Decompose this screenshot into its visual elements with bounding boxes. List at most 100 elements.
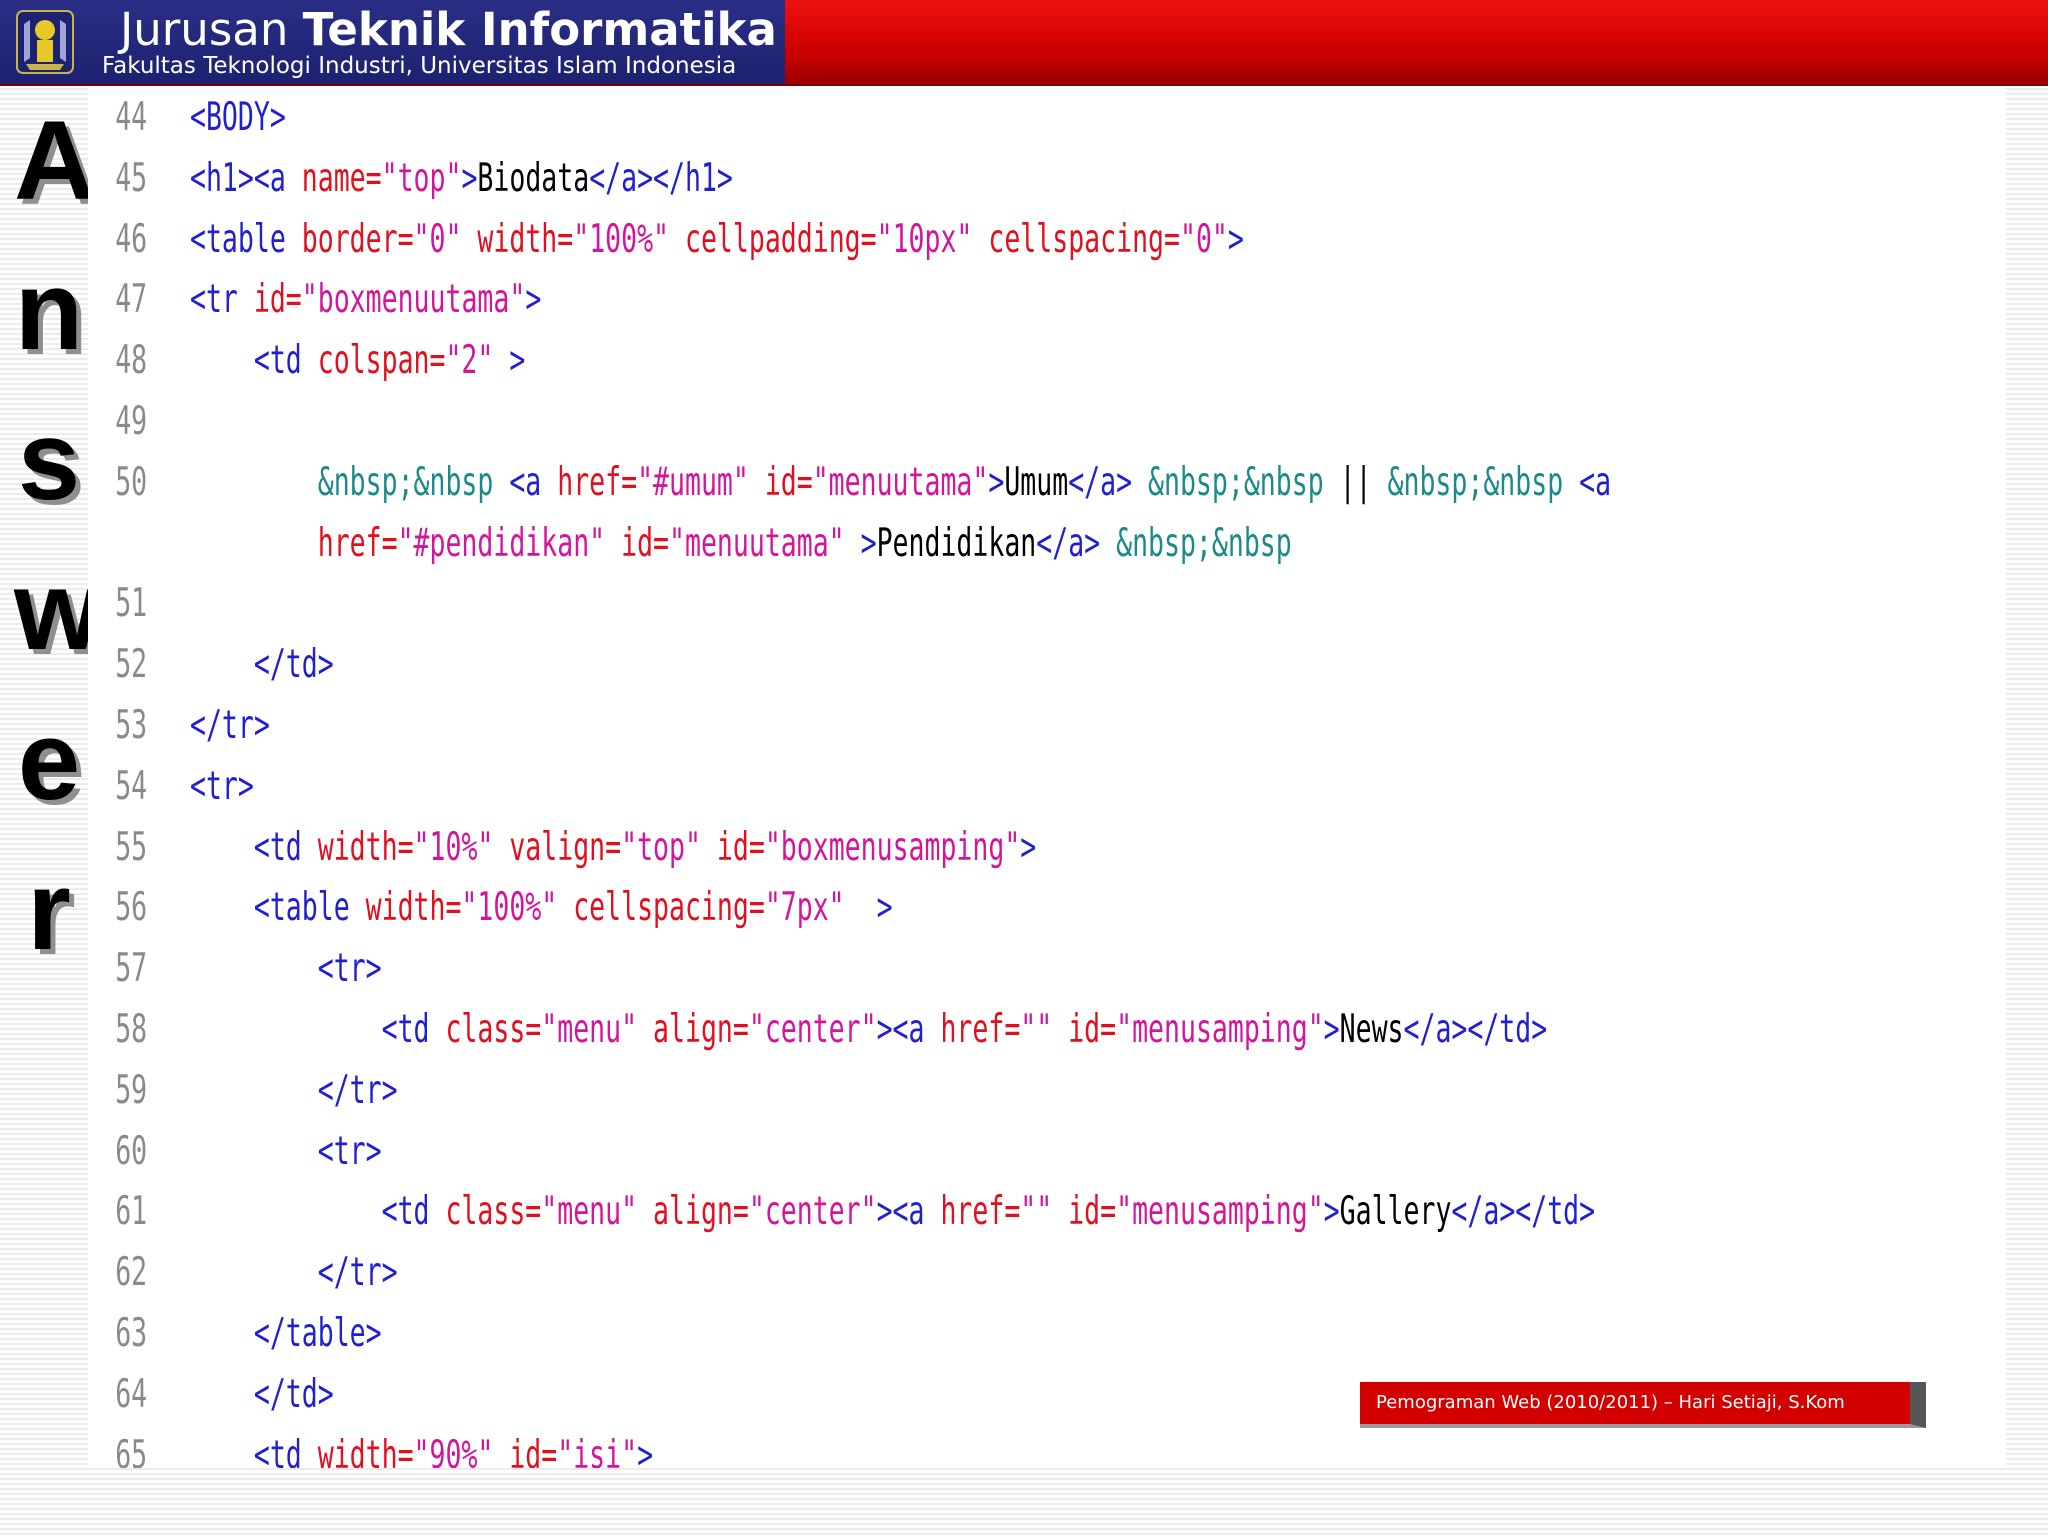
code-token: </a></td> (1451, 1189, 1596, 1235)
side-letter: w (14, 548, 102, 673)
line-number: 50 (115, 459, 148, 505)
code-token: id= (1068, 1007, 1117, 1052)
code-token: id= (509, 1432, 558, 1468)
line-number: 62 (115, 1250, 148, 1296)
code-token: class= (445, 1007, 542, 1052)
code-token: "menusamping" (1116, 1189, 1324, 1235)
line-number: 49 (115, 399, 148, 444)
line-number: 61 (115, 1189, 148, 1235)
code-line: 59 </tr> (88, 1061, 398, 1121)
line-number: 60 (115, 1128, 148, 1174)
code-token: "menusamping" (1116, 1007, 1324, 1052)
code-token: cellspacing= (573, 885, 765, 931)
code-token: "top" (621, 824, 717, 870)
code-token: <td (190, 824, 318, 870)
code-token: href= (190, 520, 398, 566)
code-token: "100%" (573, 216, 685, 262)
code-line: 48 <td colspan="2" > (88, 331, 525, 391)
code-token: "boxmenuutama" (301, 277, 526, 323)
code-token: id= (716, 824, 765, 870)
line-number: 52 (115, 642, 148, 688)
footer-banner: Pemograman Web (2010/2011) – Hari Setiaj… (1360, 1382, 1926, 1428)
side-letter: A (14, 98, 95, 223)
line-number: 47 (115, 277, 148, 323)
code-token: valign= (509, 824, 622, 870)
code-token: <a (509, 459, 558, 505)
code-token: "" (1020, 1189, 1069, 1235)
code-token: </a></h1> (589, 155, 733, 201)
code-token: <tr> (190, 1128, 382, 1174)
line-number: 45 (115, 155, 148, 201)
code-token: <BODY> (190, 95, 286, 140)
code-token: Biodata (477, 155, 590, 201)
page-title: Jurusan Teknik Informatika (120, 3, 777, 56)
code-token: <td (190, 1007, 446, 1052)
code-token: <h1><a (190, 155, 302, 201)
code-token: class= (445, 1189, 542, 1235)
code-line: 58 <td class="menu" align="center"><a hr… (88, 1000, 1547, 1060)
code-token: href= (940, 1007, 1021, 1052)
code-line: 56 <table width="100%" cellspacing="7px"… (88, 878, 893, 938)
code-token: <a (1579, 459, 1612, 505)
code-token: </a> (1068, 459, 1149, 505)
side-letter: s (17, 398, 81, 523)
code-token: name= (301, 155, 382, 201)
code-token: border= (301, 216, 414, 262)
code-token: "10px" (876, 216, 989, 262)
code-token: "top" (381, 155, 462, 201)
code-token: </tr> (190, 1067, 398, 1113)
code-token: "center" (748, 1189, 877, 1235)
code-line: 65 <td width="90%" id="isi"> (88, 1426, 653, 1468)
code-token: "menuutama" (812, 459, 989, 505)
code-line: 57 <tr> (88, 939, 382, 999)
code-token: <td (190, 338, 318, 384)
code-token: cellspacing= (988, 216, 1180, 262)
side-letter: r (27, 848, 71, 973)
code-token: </td> (190, 642, 334, 688)
code-token: "#umum" (637, 459, 765, 505)
side-letter: n (14, 248, 84, 373)
page-subtitle: Fakultas Teknologi Industri, Universitas… (102, 53, 737, 79)
code-token: News (1339, 1007, 1404, 1052)
code-token: id= (764, 459, 813, 505)
code-token: align= (653, 1007, 749, 1052)
code-token: </tr> (190, 703, 270, 748)
line-number: 65 (115, 1432, 148, 1468)
code-token: Umum (1004, 459, 1069, 505)
code-token: <tr> (190, 946, 382, 992)
code-token: > (988, 459, 1005, 505)
line-number: 56 (115, 885, 148, 931)
code-token: "10%" (413, 824, 510, 870)
header-bar: Jurusan Teknik Informatika Fakultas Tekn… (0, 0, 2048, 86)
code-token: <tr (190, 277, 254, 323)
code-token: > (876, 885, 893, 931)
code-token: "0" (1179, 216, 1228, 262)
line-number: 55 (115, 824, 148, 870)
code-token: "menuutama" (669, 520, 861, 566)
code-line: 49 (88, 392, 190, 452)
code-token: || (1339, 459, 1388, 505)
code-token: "boxmenusamping" (764, 824, 1021, 870)
code-line: 64 </td> (88, 1365, 334, 1425)
code-token: "#pendidikan" (397, 520, 622, 566)
code-token: &nbsp;&nbsp (1387, 459, 1580, 505)
code-token: cellpadding= (684, 216, 877, 262)
code-token: "menu" (541, 1007, 654, 1052)
code-token: colspan= (317, 338, 446, 384)
code-token: > (1323, 1189, 1340, 1235)
code-token: "" (1020, 1007, 1069, 1052)
code-token: </a> (1036, 520, 1117, 566)
code-line: 54 <tr> (88, 757, 254, 817)
code-line: 52 </td> (88, 635, 334, 695)
code-line: 50 &nbsp;&nbsp <a href="#umum" id="menuu… (88, 453, 1611, 513)
code-token: width= (317, 1432, 414, 1468)
code-token: "center" (748, 1007, 877, 1052)
code-token: &nbsp;&nbsp (1148, 459, 1340, 505)
code-token: > (1323, 1007, 1340, 1052)
code-token: > (461, 155, 478, 201)
code-token: </a></td> (1403, 1007, 1548, 1052)
code-token: id= (253, 277, 302, 323)
code-token: width= (477, 216, 574, 262)
code-token: ><a (876, 1007, 941, 1052)
code-token: > (860, 520, 877, 566)
